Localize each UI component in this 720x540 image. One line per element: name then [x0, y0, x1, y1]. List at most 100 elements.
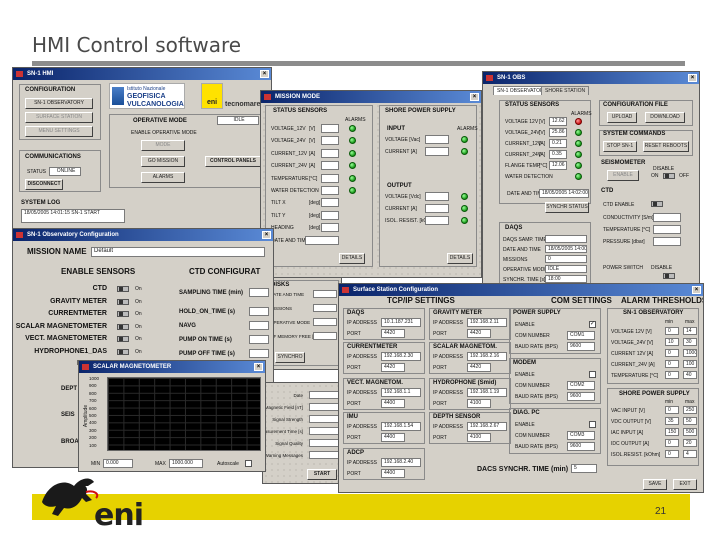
mode-button[interactable]: MODE: [141, 140, 185, 151]
close-icon[interactable]: ×: [470, 93, 479, 101]
details-button-2[interactable]: DETAILS: [447, 253, 473, 264]
sensor-enable-toggle[interactable]: [117, 286, 129, 292]
ip-address-field[interactable]: 192.168.1.1: [381, 388, 421, 397]
shore-max-field[interactable]: 500: [683, 428, 697, 436]
exit-button[interactable]: EXIT: [673, 479, 697, 490]
upload-button[interactable]: UPLOAD: [607, 112, 637, 123]
alarm-max-field[interactable]: 30: [683, 338, 697, 346]
modem-com-select[interactable]: COM2: [567, 381, 595, 390]
port-field[interactable]: 4400: [381, 399, 405, 408]
ip-address-field[interactable]: 192.168.2.40: [381, 458, 421, 467]
autoscale-checkbox[interactable]: [245, 460, 252, 467]
sn1-observatory-button[interactable]: SN-1 OBSERVATORY: [25, 98, 93, 109]
ip-address-field[interactable]: 192.168.1.54: [381, 422, 421, 431]
port-field[interactable]: 4420: [467, 329, 491, 338]
alarm-min-field[interactable]: 10: [665, 338, 679, 346]
diag-enable-checkbox[interactable]: [589, 421, 596, 428]
surface-station-button[interactable]: SURFACE STATION: [25, 112, 93, 123]
alarms-button[interactable]: ALARMS: [141, 172, 185, 183]
port-field[interactable]: 4420: [381, 329, 405, 338]
sync-time-field[interactable]: 5: [571, 464, 597, 473]
alarm-min-field[interactable]: 0: [665, 371, 679, 379]
ps-baud-select[interactable]: 9600: [567, 342, 595, 351]
go-mission-button[interactable]: GO MISSION: [141, 156, 185, 167]
port-field[interactable]: 4400: [381, 433, 405, 442]
sensor-enable-toggle[interactable]: [117, 311, 129, 317]
ctd-toggle[interactable]: [651, 201, 663, 207]
shore-min-field[interactable]: 0: [665, 439, 679, 447]
alarm-max-field[interactable]: 100: [683, 360, 697, 368]
titlebar[interactable]: MISSION MODE ×: [261, 91, 481, 103]
close-icon[interactable]: ×: [260, 70, 269, 78]
shore-max-field[interactable]: 250: [683, 406, 697, 414]
seismometer-enable-button[interactable]: ENABLE: [607, 170, 639, 181]
alarm-max-field[interactable]: 1000: [683, 349, 697, 357]
ctd-row-field[interactable]: [249, 321, 269, 330]
alarm-min-field[interactable]: 0: [665, 327, 679, 335]
titlebar[interactable]: Surface Station Configuration ×: [339, 284, 703, 296]
ip-address-field[interactable]: 192.168.1.19: [467, 388, 507, 397]
modem-enable-checkbox[interactable]: [589, 371, 596, 378]
close-icon[interactable]: ×: [262, 231, 271, 239]
sampling-time-field[interactable]: [249, 288, 269, 297]
sensor-enable-toggle[interactable]: [117, 298, 129, 305]
port-field[interactable]: 4420: [467, 363, 491, 372]
ctd-row-field[interactable]: [249, 335, 269, 344]
start-button[interactable]: START: [307, 469, 337, 480]
close-icon[interactable]: ×: [254, 363, 263, 371]
control-panels-button[interactable]: CONTROL PANELS: [205, 156, 261, 167]
port-field[interactable]: 4400: [381, 469, 405, 478]
ip-address-field[interactable]: 192.168.2.30: [381, 352, 421, 361]
alarm-min-field[interactable]: 0: [665, 360, 679, 368]
stop-sn1-button[interactable]: STOP SN-1: [603, 141, 637, 152]
port-field[interactable]: 4100: [467, 433, 491, 442]
tab-shore-station[interactable]: SHORE STATION: [541, 86, 590, 95]
alarm-max-field[interactable]: 40: [683, 371, 697, 379]
shore-min-field[interactable]: 0: [665, 450, 679, 458]
reset-reboots-button[interactable]: RESET REBOOTS: [643, 141, 689, 152]
details-button-1[interactable]: DETAILS: [339, 253, 365, 264]
diag-baud-select[interactable]: 9600: [567, 442, 595, 451]
titlebar[interactable]: SN-1 Observatory Configuration ×: [13, 229, 273, 241]
close-icon[interactable]: ×: [692, 286, 701, 294]
system-log-box[interactable]: 18/05/2005 14:01:15 SN-1 START: [21, 209, 125, 223]
port-field[interactable]: 4100: [467, 399, 491, 408]
ip-address-field[interactable]: 10.1.187.231: [381, 318, 421, 327]
min-field[interactable]: 0.000: [103, 459, 133, 468]
power-switch-toggle[interactable]: [663, 273, 675, 279]
shore-min-field[interactable]: 35: [665, 417, 679, 425]
titlebar[interactable]: SCALAR MAGNETOMETER ×: [79, 361, 265, 373]
shore-max-field[interactable]: 20: [683, 439, 697, 447]
port-field[interactable]: 4420: [381, 363, 405, 372]
sensor-enable-toggle[interactable]: [117, 348, 129, 355]
modem-baud-select[interactable]: 9600: [567, 392, 595, 401]
ps-com-select[interactable]: COM1: [567, 331, 595, 340]
diag-com-select[interactable]: COM3: [567, 431, 595, 440]
ip-address-field[interactable]: 192.168.2.67: [467, 422, 507, 431]
sensor-enable-toggle[interactable]: [117, 323, 129, 330]
shore-min-field[interactable]: 0: [665, 406, 679, 414]
alarm-max-field[interactable]: 14: [683, 327, 697, 335]
titlebar[interactable]: SN-1 OBS ×: [483, 72, 699, 84]
close-icon[interactable]: ×: [688, 74, 697, 82]
ctd-row-field[interactable]: [249, 349, 269, 358]
download-button[interactable]: DOWNLOAD: [645, 112, 685, 123]
shore-max-field[interactable]: 50: [683, 417, 697, 425]
titlebar[interactable]: SN-1 HMI ×: [13, 68, 271, 80]
sensor-enable-toggle[interactable]: [117, 336, 129, 342]
seismometer-toggle[interactable]: [663, 173, 675, 179]
shore-min-field[interactable]: 150: [665, 428, 679, 436]
ctd-row-field[interactable]: [249, 307, 269, 316]
ps-enable-checkbox[interactable]: ✓: [589, 321, 596, 328]
synchr-status-button[interactable]: SYNCHR STATUS: [545, 202, 589, 213]
save-button[interactable]: SAVE: [643, 479, 667, 490]
max-field[interactable]: 1000.000: [169, 459, 203, 468]
synchro-button[interactable]: SYNCHRO: [275, 352, 305, 363]
menu-settings-button[interactable]: MENU SETTINGS: [25, 126, 93, 137]
ip-address-field[interactable]: 192.168.2.16: [467, 352, 507, 361]
disconnect-button[interactable]: DISCONNECT: [25, 179, 63, 190]
ip-address-field[interactable]: 192.168.2.11: [467, 318, 507, 327]
shore-max-field[interactable]: 4: [683, 450, 697, 458]
mission-name-field[interactable]: Default: [91, 247, 265, 257]
alarm-min-field[interactable]: 0: [665, 349, 679, 357]
